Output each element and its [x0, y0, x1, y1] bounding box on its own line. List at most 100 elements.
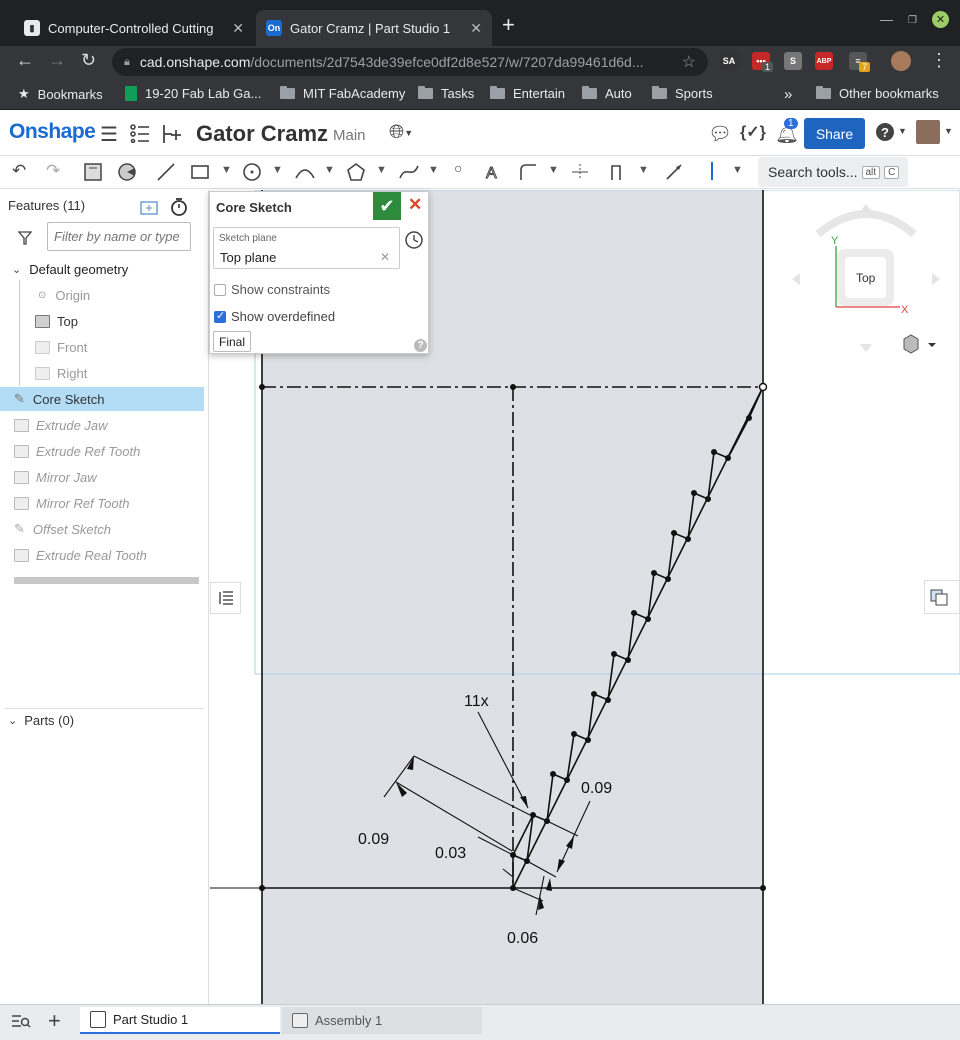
polygon-tool-icon[interactable]	[346, 162, 366, 187]
use-icon[interactable]	[117, 162, 137, 187]
circle-tool-icon[interactable]	[242, 162, 262, 187]
dimension-label[interactable]: 0.03	[435, 845, 466, 862]
list-view-icon[interactable]	[129, 123, 151, 146]
new-sketch-icon[interactable]	[83, 162, 103, 187]
tab-manager-icon[interactable]	[11, 1013, 31, 1032]
fillet-tool-icon[interactable]	[518, 162, 538, 187]
forward-arrow-icon[interactable]: →	[48, 50, 66, 71]
chevron-down-icon[interactable]: ▼	[221, 164, 232, 176]
bookmark-tasks[interactable]: Tasks	[418, 86, 474, 101]
filter-icon[interactable]	[17, 231, 33, 248]
trim-tool-icon[interactable]	[570, 162, 590, 187]
view-cube[interactable]: Top X Y	[792, 204, 940, 354]
arrow-down-icon[interactable]	[860, 344, 872, 352]
rectangle-tool-icon[interactable]	[190, 162, 210, 187]
back-arrow-icon[interactable]: ←	[16, 50, 34, 71]
feature-offset-sketch[interactable]: ✎ Offset Sketch	[0, 517, 204, 541]
arrow-up-icon[interactable]	[860, 204, 872, 212]
point-tool-icon[interactable]: ○	[454, 160, 462, 176]
text-tool-icon[interactable]: A	[483, 162, 503, 187]
construction-toggle-icon[interactable]	[711, 162, 713, 180]
bookmark-auto[interactable]: Auto	[582, 86, 632, 101]
feature-core-sketch[interactable]: ✎ Core Sketch	[0, 387, 204, 411]
dimension-label[interactable]: 0.06	[507, 930, 538, 947]
cancel-x-icon[interactable]: ✕	[408, 195, 422, 215]
show-overdefined-row[interactable]: Show overdefined	[214, 309, 335, 324]
globe-icon[interactable]: 🌐︎▼	[389, 122, 413, 144]
extension-s-icon[interactable]: S	[784, 52, 802, 70]
search-tools-input[interactable]: Search tools... alt C	[758, 157, 908, 187]
tab-part-studio-1[interactable]: Part Studio 1	[80, 1007, 280, 1034]
chevron-down-icon[interactable]: ▼	[376, 164, 387, 176]
branch-name[interactable]: Main	[333, 127, 366, 144]
help-icon[interactable]: ?	[876, 123, 894, 141]
feature-extrude-ref-tooth[interactable]: Extrude Ref Tooth	[0, 439, 204, 463]
close-tab-icon[interactable]: ✕	[470, 20, 482, 37]
close-window-icon[interactable]: ✕	[932, 11, 949, 28]
insert-icon[interactable]	[160, 123, 182, 148]
share-button[interactable]: Share	[804, 118, 865, 149]
dimension-label[interactable]: 0.09	[581, 780, 612, 797]
top-plane-item[interactable]: Top	[0, 309, 204, 333]
front-plane-item[interactable]: Front	[0, 335, 204, 359]
bookmark-sports[interactable]: Sports	[652, 86, 713, 101]
bookmark-fablab[interactable]: 19-20 Fab Lab Ga...	[125, 86, 261, 101]
comment-icon[interactable]: 💬︎	[708, 122, 732, 146]
appearance-panel-icon[interactable]	[924, 580, 960, 614]
bookmark-star-icon[interactable]: ☆	[682, 52, 696, 72]
chrome-menu-icon[interactable]: ⋮	[930, 50, 948, 71]
chevron-down-icon[interactable]: ▼	[898, 126, 907, 136]
dimension-tool-icon[interactable]	[664, 162, 684, 187]
add-folder-icon[interactable]	[140, 199, 158, 218]
bookmark-entertain[interactable]: Entertain	[490, 86, 565, 101]
clear-x-icon[interactable]: ✕	[380, 250, 390, 264]
help-icon[interactable]: ?	[414, 339, 427, 352]
variables-icon[interactable]: {✓}	[740, 122, 766, 142]
other-bookmarks[interactable]: Other bookmarks	[816, 86, 939, 101]
feature-extrude-real-tooth[interactable]: Extrude Real Tooth	[0, 543, 204, 567]
show-overdefined-checkbox[interactable]	[214, 309, 226, 323]
sketch-plane-field[interactable]: Sketch plane Top plane ✕	[213, 227, 400, 269]
accept-checkmark-icon[interactable]: ✔	[373, 192, 401, 220]
reload-icon[interactable]: ↻	[81, 50, 96, 71]
chevron-down-icon[interactable]: ▼	[272, 164, 283, 176]
onshape-logo[interactable]: Onshape	[9, 120, 96, 144]
parts-group[interactable]: ⌄ Parts (0)	[0, 708, 204, 732]
filter-features-input[interactable]	[47, 222, 191, 251]
browser-tab-cutting[interactable]: ▮ Computer-Controlled Cutting ✕	[14, 10, 254, 46]
default-geometry-group[interactable]: ⌄ Default geometry	[0, 257, 204, 281]
dimension-label[interactable]: 0.09	[358, 831, 389, 848]
bookmark-fabacademy[interactable]: MIT FabAcademy	[280, 86, 405, 101]
chevron-down-icon[interactable]: ▼	[548, 164, 559, 176]
more-bookmarks-icon[interactable]: »	[784, 86, 792, 103]
hamburger-menu-icon[interactable]: ☰	[100, 122, 118, 147]
document-name[interactable]: Gator Cramz	[196, 121, 328, 147]
chevron-down-icon[interactable]: ▼	[638, 164, 649, 176]
browser-tab-onshape[interactable]: On Gator Cramz | Part Studio 1 ✕	[256, 10, 492, 46]
extension-sa-icon[interactable]: SA	[720, 52, 738, 70]
pattern-count-label[interactable]: 11x	[464, 693, 489, 710]
chevron-down-icon[interactable]	[928, 343, 936, 347]
show-constraints-checkbox[interactable]	[214, 283, 226, 296]
feature-mirror-ref-tooth[interactable]: Mirror Ref Tooth	[0, 491, 204, 515]
bookmark-bookmarks[interactable]: ★ Bookmarks	[18, 86, 103, 102]
address-bar[interactable]: 🔒︎ cad.onshape.com /documents/2d7543de39…	[112, 48, 708, 76]
view-options-cube-icon[interactable]	[903, 334, 919, 354]
final-button[interactable]: Final	[213, 331, 252, 352]
profile-avatar[interactable]	[891, 51, 911, 71]
feature-mirror-jaw[interactable]: Mirror Jaw	[0, 465, 204, 489]
chevron-down-icon[interactable]: ▼	[732, 164, 743, 176]
offset-tool-icon[interactable]	[608, 162, 628, 187]
feature-extrude-jaw[interactable]: Extrude Jaw	[0, 413, 204, 437]
rotate-arc-icon[interactable]	[815, 210, 917, 238]
redo-icon[interactable]: ↷	[46, 161, 60, 181]
new-tab-icon[interactable]: +	[502, 12, 515, 38]
add-tab-icon[interactable]: +	[48, 1008, 61, 1034]
rollback-bar[interactable]	[14, 577, 199, 584]
right-plane-item[interactable]: Right	[0, 361, 204, 385]
close-tab-icon[interactable]: ✕	[232, 20, 244, 37]
adblock-icon[interactable]: ABP	[815, 52, 833, 70]
minimize-window-icon[interactable]: —	[880, 12, 893, 27]
chevron-down-icon[interactable]: ▼	[944, 126, 953, 136]
rollback-timer-icon[interactable]	[170, 197, 188, 220]
